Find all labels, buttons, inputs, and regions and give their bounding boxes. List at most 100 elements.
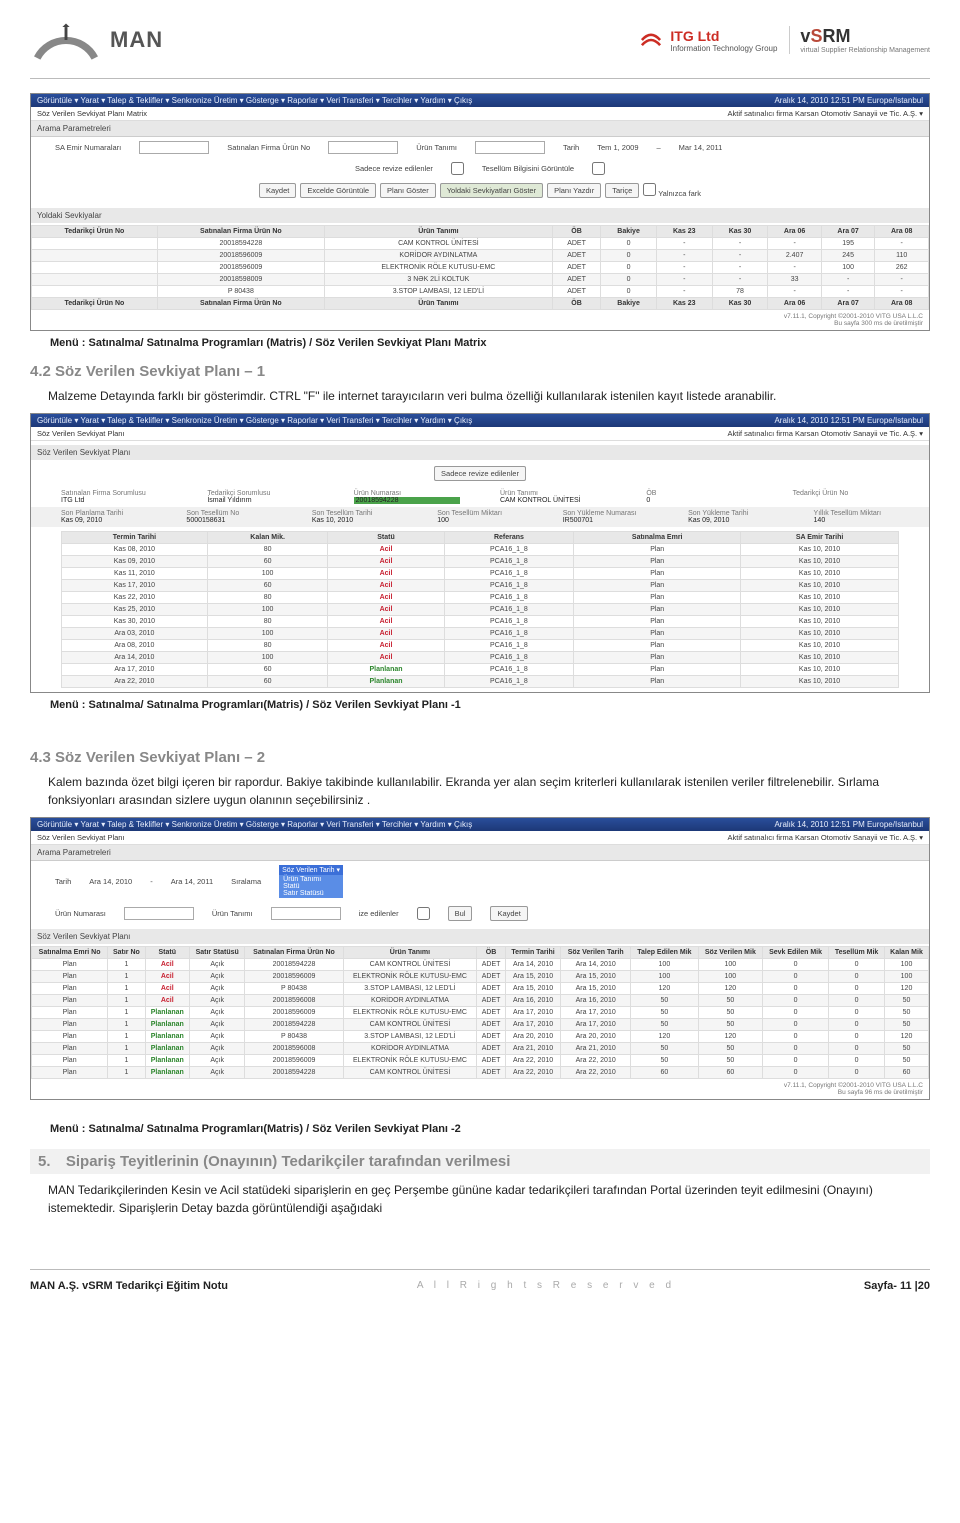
- sa-emir-label: SA Emir Numaraları: [55, 143, 121, 152]
- section-yoldaki: Yoldaki Sevkiyalar: [31, 208, 929, 223]
- itg-subline: Information Technology Group: [670, 44, 777, 53]
- table-row: Kas 22, 201080AcilPCA16_1_8PlanKas 10, 2…: [62, 592, 899, 604]
- ize-checkbox[interactable]: [417, 907, 430, 920]
- column-header: Söz Verilen Mik: [698, 947, 762, 959]
- app-clock: Aralık 14, 2010 12:51 PM Europe/Istanbul: [774, 416, 923, 425]
- column-header: Termin Tarihi: [505, 947, 561, 959]
- sort-options[interactable]: Ürün TanımıStatüSatır Statüsü: [279, 875, 343, 898]
- sort-option[interactable]: Ürün Tanımı: [283, 876, 339, 883]
- table-row: 200185980093 NƏK 2Lİ KOLTUKADET0--33--: [32, 274, 929, 286]
- column-header: Tedarikçi Ürün No: [32, 226, 158, 238]
- column-header: Satınalma Emri No: [32, 947, 108, 959]
- section-top: Söz Verilen Sevkiyat Planı: [31, 445, 929, 460]
- vsrm-logo: vSRM virtual Supplier Relationship Manag…: [789, 26, 930, 54]
- section-4-3-heading: 4.3 Söz Verilen Sevkiyat Planı – 2: [30, 749, 930, 766]
- tarih-from: Tem 1, 2009: [597, 143, 638, 152]
- column-header: Referans: [444, 532, 574, 544]
- table-row: Plan1PlanlananAçıkP 804383.STOP LAMBASI,…: [32, 1031, 929, 1043]
- caption-1: Menü : Satınalma/ Satınalma Programları …: [50, 337, 930, 349]
- footer-center: A l l R i g h t s R e s e r v e d: [417, 1280, 675, 1291]
- column-header: Ara 06: [768, 226, 822, 238]
- footer-right: Sayfa- 11 |20: [864, 1280, 930, 1292]
- toolbar-button[interactable]: Tariçe: [605, 183, 639, 198]
- column-header: Termin Tarihi: [62, 532, 208, 544]
- table-row: 20018594228CAM KONTROL ÜNİTESİADET0---19…: [32, 238, 929, 250]
- toolbar-button[interactable]: Kaydet: [259, 183, 296, 198]
- app-clock: Aralık 14, 2010 12:51 PM Europe/Istanbul: [774, 96, 923, 105]
- table-row: Ara 17, 201060PlanlananPCA16_1_8PlanKas …: [62, 664, 899, 676]
- page-header: MAN ITG Ltd Information Technology Group…: [0, 0, 960, 72]
- tarih-label: Tarih: [563, 143, 579, 152]
- table-row: P 804383.STOP LAMBASI, 12 LED'LİADET0-78…: [32, 286, 929, 298]
- itg-logo: ITG Ltd Information Technology Group: [638, 27, 777, 53]
- section-plan: Söz Verilen Sevkiyat Planı: [31, 929, 929, 944]
- sort-select[interactable]: Söz Verilen Tarih ▾: [279, 865, 343, 875]
- column-header: Talep Edilen Mik: [630, 947, 698, 959]
- urun-tan-input[interactable]: [271, 907, 341, 920]
- section-4-2-body: Malzeme Detayında farklı bir gösterimdir…: [48, 388, 930, 405]
- sadece-checkbox[interactable]: [451, 162, 464, 175]
- section-5-body: MAN Tedarikçilerinden Kesin ve Acil stat…: [48, 1182, 930, 1217]
- sort-option[interactable]: Statü: [283, 883, 339, 890]
- section-5-title: Sipariş Teyitlerinin (Onayının) Tedarikç…: [66, 1153, 511, 1170]
- urun-num-input[interactable]: [124, 907, 194, 920]
- breadcrumb: Söz Verilen Sevkiyat Planı Matrix: [37, 109, 147, 118]
- kaydet-button[interactable]: Kaydet: [490, 906, 527, 921]
- table-row: Plan1AcilAçık20018596008KORİDOR AYDINLAT…: [32, 995, 929, 1007]
- vsrm-subline: virtual Supplier Relationship Management: [800, 47, 930, 54]
- column-header: Tesellüm Mik: [829, 947, 885, 959]
- section-4-2-heading: 4.2 Söz Verilen Sevkiyat Planı – 1: [30, 363, 930, 380]
- yoldaki-table: Tedarikçi Ürün NoSatınalan Firma Ürün No…: [31, 225, 929, 310]
- bul-button[interactable]: Bul: [448, 906, 473, 921]
- yalnizca-checkbox[interactable]: [643, 183, 656, 196]
- breadcrumb: Söz Verilen Sevkiyat Planı: [37, 429, 125, 438]
- toolbar-button[interactable]: Planı Göster: [380, 183, 436, 198]
- table-row: Plan1PlanlananAçık20018594228CAM KONTROL…: [32, 1019, 929, 1031]
- caption-2: Menü : Satınalma/ Satınalma Programları(…: [50, 699, 930, 711]
- urun-num-label: Ürün Numarası: [55, 909, 106, 918]
- app-menu[interactable]: Görüntüle ▾ Yarat ▾ Talep & Teklifler ▾ …: [37, 96, 472, 105]
- toolbar-button[interactable]: Yoldaki Sevkiyatları Göster: [440, 183, 543, 198]
- sat-firma-input[interactable]: [328, 141, 398, 154]
- app-clock: Aralık 14, 2010 12:51 PM Europe/Istanbul: [774, 820, 923, 829]
- column-header: Satınalma Emri: [574, 532, 741, 544]
- column-header: Ürün Tanımı: [343, 947, 477, 959]
- tarih-to: Mar 14, 2011: [679, 143, 723, 152]
- urun-tanimi-input[interactable]: [475, 141, 545, 154]
- column-header: ÖB: [477, 947, 505, 959]
- toolbar-button[interactable]: Excelde Görüntüle: [300, 183, 376, 198]
- table-row: Ara 22, 201060PlanlananPCA16_1_8PlanKas …: [62, 676, 899, 688]
- column-header: Kalan Mik: [885, 947, 929, 959]
- firm-selector[interactable]: Aktif satınalıcı firma Karsan Otomotiv S…: [727, 833, 923, 842]
- table-row: Plan1PlanlananAçık20018594228CAM KONTROL…: [32, 1067, 929, 1079]
- firm-selector[interactable]: Aktif satınalıcı firma Karsan Otomotiv S…: [727, 429, 923, 438]
- table-row: Ara 03, 2010100AcilPCA16_1_8PlanKas 10, …: [62, 628, 899, 640]
- sa-emir-input[interactable]: [139, 141, 209, 154]
- man-logo: MAN: [30, 18, 163, 62]
- column-header: Sevk Edilen Mik: [762, 947, 828, 959]
- sort-option[interactable]: Satır Statüsü: [283, 890, 339, 897]
- app-menu[interactable]: Görüntüle ▾ Yarat ▾ Talep & Teklifler ▾ …: [37, 820, 472, 829]
- firm-selector[interactable]: Aktif satınalıcı firma Karsan Otomotiv S…: [727, 109, 923, 118]
- sadece-revize-button[interactable]: Sadece revize edilenler: [434, 466, 526, 481]
- column-header: Kas 30: [712, 226, 768, 238]
- table-row: Plan1PlanlananAçık20018596009ELEKTRONİK …: [32, 1055, 929, 1067]
- header-divider: [30, 78, 930, 79]
- table-row: Plan1AcilAçık20018594228CAM KONTROL ÜNİT…: [32, 959, 929, 971]
- table-row: Plan1PlanlananAçık20018596008KORİDOR AYD…: [32, 1043, 929, 1055]
- column-header: Satınalan Firma Ürün No: [157, 226, 324, 238]
- table-row: Ara 14, 2010100AcilPCA16_1_8PlanKas 10, …: [62, 652, 899, 664]
- toolbar-button[interactable]: Planı Yazdır: [547, 183, 601, 198]
- copyright-line: v7.11.1, Copyright ©2001-2010 VITG USA L…: [37, 1082, 923, 1089]
- section-5-heading: 5. Sipariş Teyitlerinin (Onayının) Tedar…: [30, 1149, 930, 1174]
- table-row: Kas 30, 201080AcilPCA16_1_8PlanKas 10, 2…: [62, 616, 899, 628]
- table-row: Plan1AcilAçıkP 804383.STOP LAMBASI, 12 L…: [32, 983, 929, 995]
- tesellum-checkbox[interactable]: [592, 162, 605, 175]
- section-5-num: 5.: [38, 1153, 51, 1170]
- app-menu[interactable]: Görüntüle ▾ Yarat ▾ Talep & Teklifler ▾ …: [37, 416, 472, 425]
- copyright-line: v7.11.1, Copyright ©2001-2010 VITG USA L…: [37, 313, 923, 320]
- itg-swoosh-icon: [638, 27, 664, 53]
- table-row: 20018596009KORİDOR AYDINLATMAADET0--2.40…: [32, 250, 929, 262]
- breadcrumb: Söz Verilen Sevkiyat Planı: [37, 833, 125, 842]
- sadece-label: Sadece revize edilenler: [355, 164, 433, 173]
